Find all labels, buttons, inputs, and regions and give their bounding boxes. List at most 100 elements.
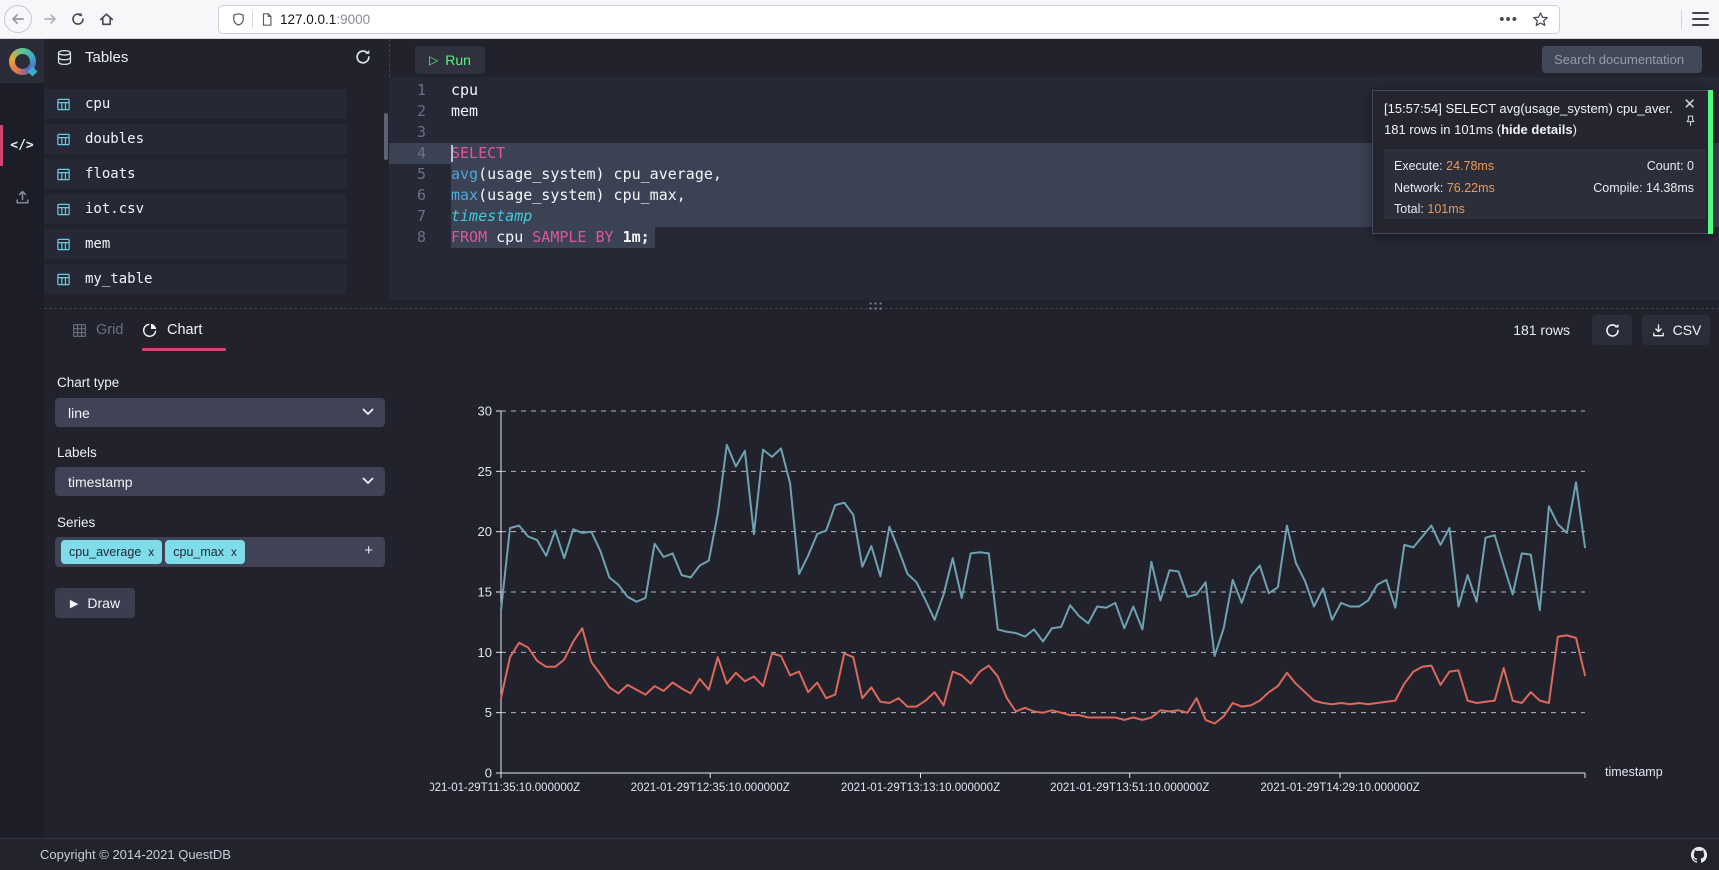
svg-text:30: 30 xyxy=(478,404,492,419)
run-button[interactable]: ▷ Run xyxy=(415,46,485,74)
table-item-cpu[interactable]: cpu xyxy=(44,89,347,119)
stat-network: Network: 76.22ms xyxy=(1394,181,1593,198)
query-summary: 181 rows in 101ms (hide details) xyxy=(1384,122,1577,137)
line-chart: 0510152025302021-01-29T11:35:10.000000Z2… xyxy=(430,395,1719,805)
chart-type-value: line xyxy=(68,405,90,421)
tables-header: Tables xyxy=(44,39,389,75)
draw-play-icon: ▶ xyxy=(70,597,78,610)
csv-download-button[interactable]: CSV xyxy=(1642,315,1710,345)
refresh-icon xyxy=(1604,322,1621,339)
pin-icon[interactable] xyxy=(1684,114,1697,128)
tab-grid-label: Grid xyxy=(96,322,123,338)
svg-text:2021-01-29T12:35:10.000000Z: 2021-01-29T12:35:10.000000Z xyxy=(631,782,790,794)
tab-chart-label: Chart xyxy=(167,322,202,338)
page-actions-icon[interactable]: ••• xyxy=(1499,11,1518,28)
line-number: 5 xyxy=(389,164,451,185)
line-number: 8 xyxy=(389,227,451,248)
chip-remove-icon[interactable]: x xyxy=(148,545,154,559)
table-name: cpu xyxy=(85,96,110,112)
stat-execute: Execute: 24.78ms xyxy=(1394,159,1593,176)
table-item-mem[interactable]: mem xyxy=(44,229,347,259)
bookmark-star-icon[interactable] xyxy=(1532,11,1549,28)
table-item-my_table[interactable]: my_table xyxy=(44,264,347,294)
table-name: iot.csv xyxy=(85,201,144,217)
query-stats-panel: Execute: 24.78msCount: 0Network: 76.22ms… xyxy=(1384,149,1706,219)
shield-icon[interactable] xyxy=(231,12,246,27)
svg-text:0: 0 xyxy=(485,766,492,781)
svg-text:20: 20 xyxy=(478,524,492,539)
svg-text:5: 5 xyxy=(485,705,492,720)
table-icon xyxy=(56,167,71,182)
browser-home-button[interactable] xyxy=(92,5,120,33)
url-bar[interactable]: 127.0.0.1:9000 ••• xyxy=(218,5,1560,34)
grid-icon xyxy=(72,323,87,338)
sql-editor-icon[interactable]: </> xyxy=(0,124,44,166)
results-resize-handle[interactable] xyxy=(868,301,883,310)
url-text: 127.0.0.1:9000 xyxy=(280,12,370,27)
questdb-logo-tail xyxy=(28,67,38,77)
results-refresh-button[interactable] xyxy=(1592,315,1632,345)
table-icon xyxy=(56,237,71,252)
row-count: 181 rows xyxy=(1513,322,1570,338)
svg-text:25: 25 xyxy=(478,464,492,479)
table-name: floats xyxy=(85,166,136,182)
reload-icon xyxy=(70,11,86,27)
github-mark-icon xyxy=(1690,846,1708,864)
questdb-logo[interactable] xyxy=(0,39,44,83)
close-icon[interactable]: ✕ xyxy=(1683,95,1696,113)
query-notification-popup: [15:57:54] SELECT avg(usage_system) cpu_… xyxy=(1372,90,1713,234)
table-name: mem xyxy=(85,236,110,252)
footer: Copyright © 2014-2021 QuestDB xyxy=(0,838,1719,870)
urlbar-separator xyxy=(252,11,253,28)
tables-panel-title: Tables xyxy=(85,49,128,66)
table-item-floats[interactable]: floats xyxy=(44,159,347,189)
line-number: 3 xyxy=(389,122,451,143)
svg-text:2021-01-29T14:29:10.000000Z: 2021-01-29T14:29:10.000000Z xyxy=(1260,782,1419,794)
copyright-text: Copyright © 2014-2021 QuestDB xyxy=(40,847,231,862)
run-play-icon: ▷ xyxy=(429,53,438,67)
table-icon xyxy=(56,202,71,217)
browser-back-button[interactable] xyxy=(4,5,32,33)
table-item-iot.csv[interactable]: iot.csv xyxy=(44,194,347,224)
draw-button[interactable]: ▶ Draw xyxy=(55,588,135,618)
browser-toolbar: 127.0.0.1:9000 ••• xyxy=(0,0,1719,39)
series-input[interactable]: cpu_averagexcpu_maxx + xyxy=(55,537,385,567)
tab-grid[interactable]: Grid xyxy=(72,317,123,343)
table-name: my_table xyxy=(85,271,152,287)
hide-details-link[interactable]: hide details xyxy=(1501,122,1573,137)
tab-chart[interactable]: Chart xyxy=(142,317,202,343)
chart-type-select[interactable]: line xyxy=(55,398,385,427)
add-series-button[interactable]: + xyxy=(364,542,373,559)
chart-svg: 0510152025302021-01-29T11:35:10.000000Z2… xyxy=(430,395,1719,805)
search-documentation-input[interactable] xyxy=(1542,46,1702,73)
query-notification-title: [15:57:54] SELECT avg(usage_system) cpu_… xyxy=(1384,101,1674,116)
download-icon xyxy=(1651,323,1666,338)
series-chip-cpu_max[interactable]: cpu_maxx xyxy=(165,540,245,564)
stat-compile: Compile: 14.38ms xyxy=(1593,181,1694,198)
github-icon[interactable] xyxy=(1690,846,1708,864)
tables-scrollbar[interactable] xyxy=(384,113,388,160)
labels-label: Labels xyxy=(57,445,97,460)
svg-text:2021-01-29T11:35:10.000000Z: 2021-01-29T11:35:10.000000Z xyxy=(430,782,580,794)
upload-icon xyxy=(14,189,31,206)
database-icon xyxy=(56,49,73,66)
labels-select[interactable]: timestamp xyxy=(55,467,385,496)
line-number: 1 xyxy=(389,80,451,101)
menu-hamburger-icon[interactable] xyxy=(1692,12,1709,30)
import-upload-icon[interactable] xyxy=(0,184,44,210)
line-number: 7 xyxy=(389,206,451,227)
refresh-icon xyxy=(354,48,372,66)
pushpin-icon xyxy=(1684,114,1697,128)
svg-text:10: 10 xyxy=(478,645,492,660)
active-tab-indicator xyxy=(142,348,226,351)
browser-forward-button[interactable] xyxy=(36,5,64,33)
table-icon xyxy=(56,97,71,112)
browser-reload-button[interactable] xyxy=(64,5,92,33)
chevron-down-icon xyxy=(362,477,374,485)
table-item-doubles[interactable]: doubles xyxy=(44,124,347,154)
series-chip-cpu_average[interactable]: cpu_averagex xyxy=(61,540,162,564)
tables-refresh-button[interactable] xyxy=(353,47,373,67)
page-icon[interactable] xyxy=(260,12,274,27)
chip-remove-icon[interactable]: x xyxy=(231,545,237,559)
draw-label: Draw xyxy=(87,595,120,611)
